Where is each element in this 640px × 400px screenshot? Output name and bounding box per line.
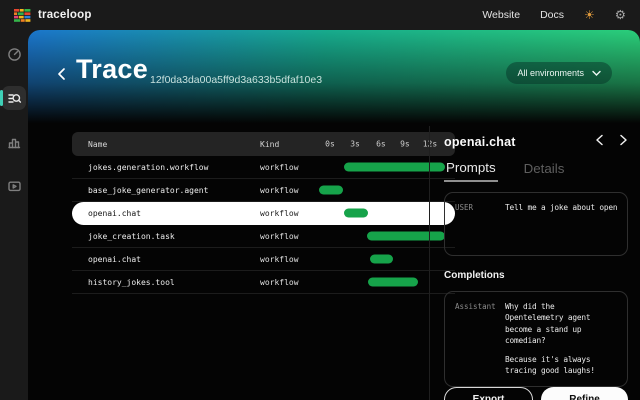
chevron-down-icon bbox=[592, 70, 601, 77]
export-button[interactable]: Export bbox=[444, 387, 533, 400]
prompt-card: USER Tell me a joke about opentelemetry bbox=[444, 192, 628, 256]
column-header-name: Name bbox=[80, 140, 260, 149]
table-header: Name Kind 0s 3s 6s 9s 12s bbox=[72, 132, 455, 156]
prev-span-chevron-icon[interactable] bbox=[595, 134, 604, 149]
main-panel: Trace 12f0da3da00a5ff9d3a633b5dfaf10e3 A… bbox=[28, 30, 640, 400]
span-name: jokes.generation.workflow bbox=[80, 163, 260, 172]
prompt-text: Tell me a joke about opentelemetry bbox=[505, 203, 617, 212]
span-kind: workflow bbox=[260, 255, 318, 264]
span-timeline bbox=[318, 225, 447, 247]
trace-search-icon bbox=[7, 91, 22, 106]
theme-sun-icon[interactable]: ☀ bbox=[584, 9, 595, 21]
span-kind: workflow bbox=[260, 163, 318, 172]
detail-actions: Export Refine bbox=[444, 387, 628, 400]
active-accent-bar bbox=[0, 90, 3, 106]
sidebar bbox=[0, 30, 28, 400]
span-timeline bbox=[318, 202, 447, 224]
table-row-selected[interactable]: openai.chat workflow bbox=[72, 202, 455, 225]
monitor-play-icon bbox=[7, 179, 22, 194]
span-timeline bbox=[318, 156, 447, 178]
table-row[interactable]: openai.chat workflow bbox=[72, 248, 455, 271]
axis-tick: 3s bbox=[350, 140, 360, 149]
sidebar-item-playground[interactable] bbox=[2, 174, 26, 198]
traceloop-logo-icon bbox=[14, 9, 31, 22]
detail-tabs: Prompts Details bbox=[444, 160, 628, 182]
top-nav: Website Docs ☀ ⚙ bbox=[482, 9, 626, 22]
span-name: openai.chat bbox=[80, 255, 260, 264]
span-name: history_jokes.tool bbox=[80, 278, 260, 287]
sidebar-item-traces[interactable] bbox=[2, 86, 26, 110]
duration-bar bbox=[344, 209, 368, 218]
tab-details[interactable]: Details bbox=[522, 160, 567, 182]
table-row[interactable]: jokes.generation.workflow workflow bbox=[72, 156, 455, 179]
tab-prompts[interactable]: Prompts bbox=[444, 160, 498, 182]
span-kind: workflow bbox=[260, 186, 318, 195]
span-kind: workflow bbox=[260, 278, 318, 287]
brand-name: traceloop bbox=[38, 9, 92, 21]
table-row[interactable]: history_jokes.tool workflow bbox=[72, 271, 455, 294]
nav-docs-link[interactable]: Docs bbox=[540, 9, 564, 21]
completion-role-label: Assistant bbox=[455, 301, 497, 377]
page-title: Trace bbox=[76, 54, 148, 85]
app-window: traceloop Website Docs ☀ ⚙ bbox=[0, 0, 640, 400]
span-detail-panel: openai.chat Prompts Details USER Tell me… bbox=[429, 126, 640, 400]
spans-table: Name Kind 0s 3s 6s 9s 12s jokes.generati… bbox=[72, 132, 455, 294]
span-name: base_joke_generator.agent bbox=[80, 186, 260, 195]
column-header-kind: Kind bbox=[260, 140, 318, 149]
nav-website-link[interactable]: Website bbox=[482, 9, 520, 21]
trace-header: Trace 12f0da3da00a5ff9d3a633b5dfaf10e3 A… bbox=[28, 30, 640, 126]
table-row[interactable]: joke_creation.task workflow bbox=[72, 225, 455, 248]
axis-tick: 9s bbox=[400, 140, 410, 149]
span-name: joke_creation.task bbox=[80, 232, 260, 241]
span-kind: workflow bbox=[260, 232, 318, 241]
timeline-axis: 0s 3s 6s 9s 12s bbox=[318, 132, 447, 156]
settings-gear-icon[interactable]: ⚙ bbox=[615, 9, 626, 22]
trace-id: 12f0da3da00a5ff9d3a633b5dfaf10e3 bbox=[150, 74, 322, 86]
span-timeline bbox=[318, 271, 447, 293]
brand[interactable]: traceloop bbox=[14, 9, 92, 22]
prompt-role-label: USER bbox=[455, 202, 497, 246]
back-chevron-icon[interactable] bbox=[56, 66, 68, 85]
sidebar-item-analytics[interactable] bbox=[2, 130, 26, 154]
environments-dropdown-label: All environments bbox=[517, 68, 584, 78]
completions-heading: Completions bbox=[444, 270, 628, 281]
refine-button[interactable]: Refine bbox=[541, 387, 628, 400]
completion-text-line2: Because it's always tracing good laughs! bbox=[505, 354, 617, 377]
completion-card: Assistant Why did the Opentelemetry agen… bbox=[444, 291, 628, 387]
bar-chart-icon bbox=[7, 135, 22, 150]
duration-bar bbox=[368, 278, 418, 287]
span-detail-title: openai.chat bbox=[444, 135, 516, 149]
gauge-icon bbox=[7, 47, 22, 62]
sidebar-item-dashboard[interactable] bbox=[2, 42, 26, 66]
duration-bar bbox=[319, 186, 343, 195]
table-row[interactable]: base_joke_generator.agent workflow bbox=[72, 179, 455, 202]
top-bar: traceloop Website Docs ☀ ⚙ bbox=[0, 0, 640, 30]
span-name: openai.chat bbox=[80, 209, 260, 218]
environments-dropdown[interactable]: All environments bbox=[506, 62, 612, 84]
next-span-chevron-icon[interactable] bbox=[619, 134, 628, 149]
duration-bar bbox=[370, 255, 393, 264]
span-timeline bbox=[318, 179, 447, 201]
completion-text-line1: Why did the Opentelemetry agent become a… bbox=[505, 301, 617, 346]
span-kind: workflow bbox=[260, 209, 318, 218]
span-timeline bbox=[318, 248, 447, 270]
axis-tick: 6s bbox=[376, 140, 386, 149]
axis-tick: 0s bbox=[325, 140, 335, 149]
